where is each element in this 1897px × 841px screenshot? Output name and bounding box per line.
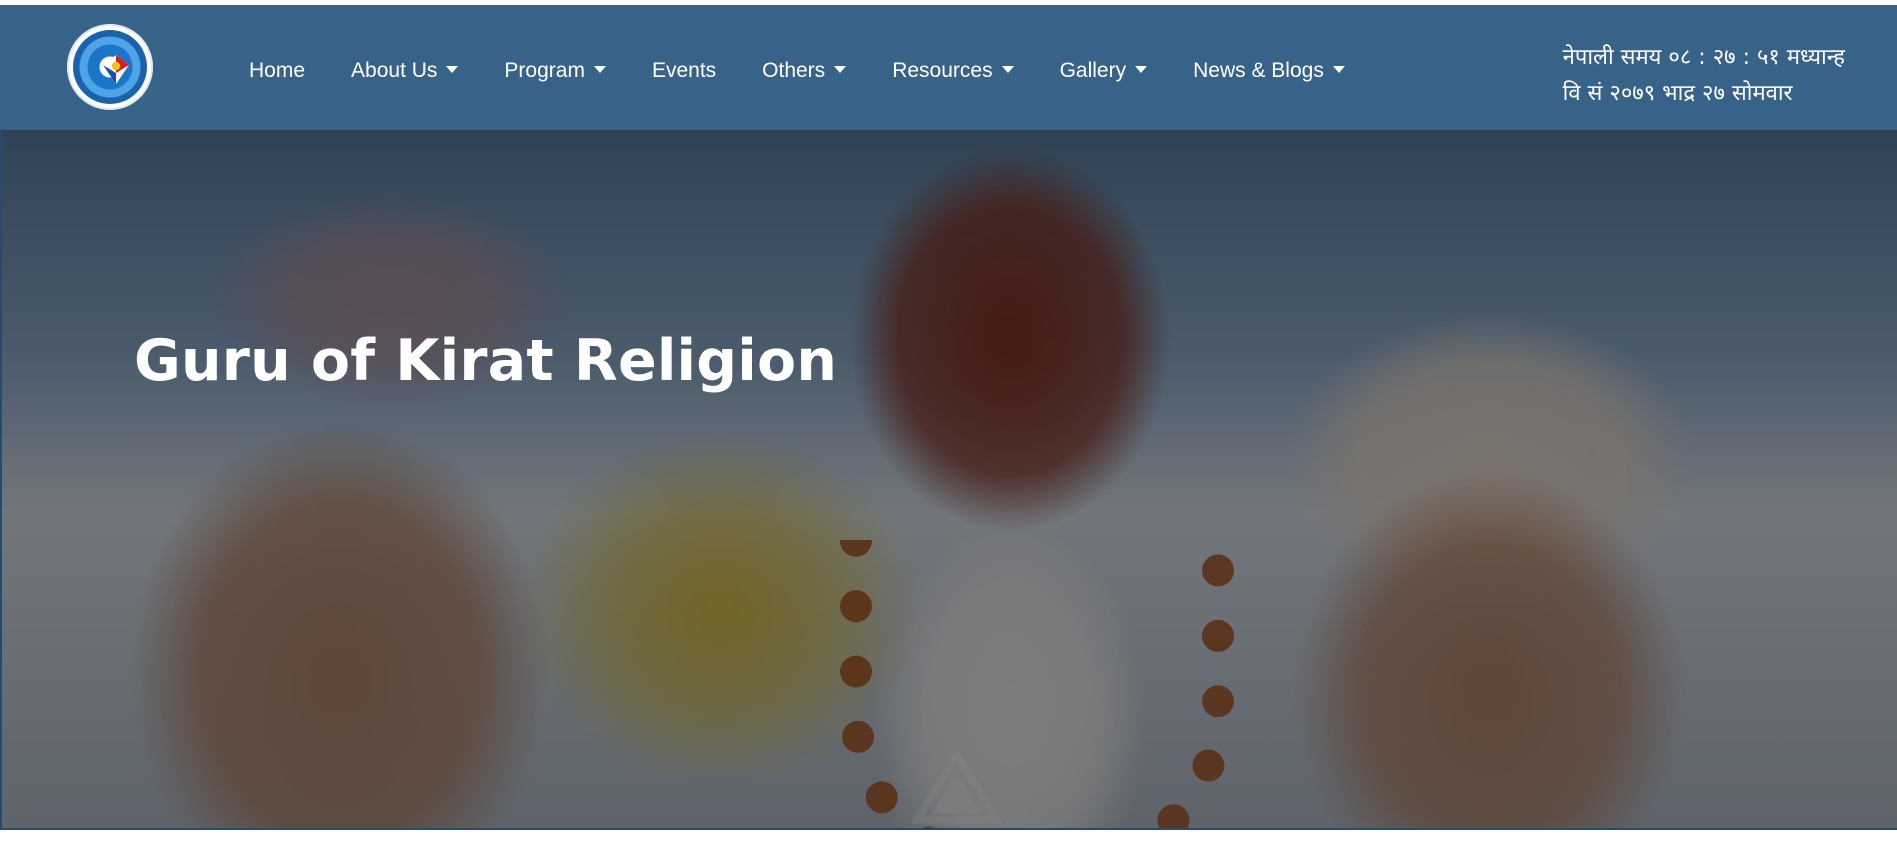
chevron-down-icon (446, 65, 459, 73)
main-navigation: Home About Us Program Events Others Reso… (226, 51, 1368, 91)
nav-item-label: Others (762, 59, 826, 82)
hero-banner: Guru of Kirat Religion (0, 130, 1897, 830)
nav-item-label: Events (651, 59, 717, 82)
chevron-down-icon (593, 65, 606, 73)
nav-item-about-us[interactable]: About Us (328, 51, 481, 91)
chevron-down-icon (1332, 65, 1345, 73)
site-logo[interactable] (67, 24, 153, 110)
chevron-down-icon (834, 65, 847, 73)
nav-item-resources[interactable]: Resources (869, 51, 1036, 91)
nav-item-label: Program (504, 59, 585, 82)
nav-item-events[interactable]: Events (629, 51, 739, 91)
hero-dark-overlay (0, 130, 1897, 830)
nav-item-news-blogs[interactable]: News & Blogs (1170, 51, 1368, 91)
nav-item-gallery[interactable]: Gallery (1037, 51, 1171, 91)
nav-item-label: About Us (351, 59, 438, 82)
nav-item-others[interactable]: Others (739, 51, 869, 91)
nav-item-label: News & Blogs (1193, 59, 1324, 82)
nav-item-home[interactable]: Home (226, 51, 328, 91)
chevron-down-icon (1001, 65, 1014, 73)
hero-title: Guru of Kirat Religion (134, 328, 838, 395)
nav-item-label: Home (249, 59, 306, 82)
chevron-down-icon (1135, 65, 1148, 73)
nav-item-label: Resources (892, 59, 993, 82)
nav-item-label: Gallery (1059, 59, 1127, 82)
logo-emblem-icon (73, 30, 147, 104)
navbar: Home About Us Program Events Others Reso… (0, 6, 1897, 131)
nepali-time: नेपाली समय ०८ : २७ : ५१ मध्यान्ह (1562, 45, 1845, 70)
nepali-date-time: नेपाली समय ०८ : २७ : ५१ मध्यान्ह वि सं २… (1563, 40, 1845, 112)
nepali-date: वि सं २०७९ भाद्र २७ सोमवार (1562, 81, 1793, 106)
nav-item-program[interactable]: Program (481, 51, 629, 91)
